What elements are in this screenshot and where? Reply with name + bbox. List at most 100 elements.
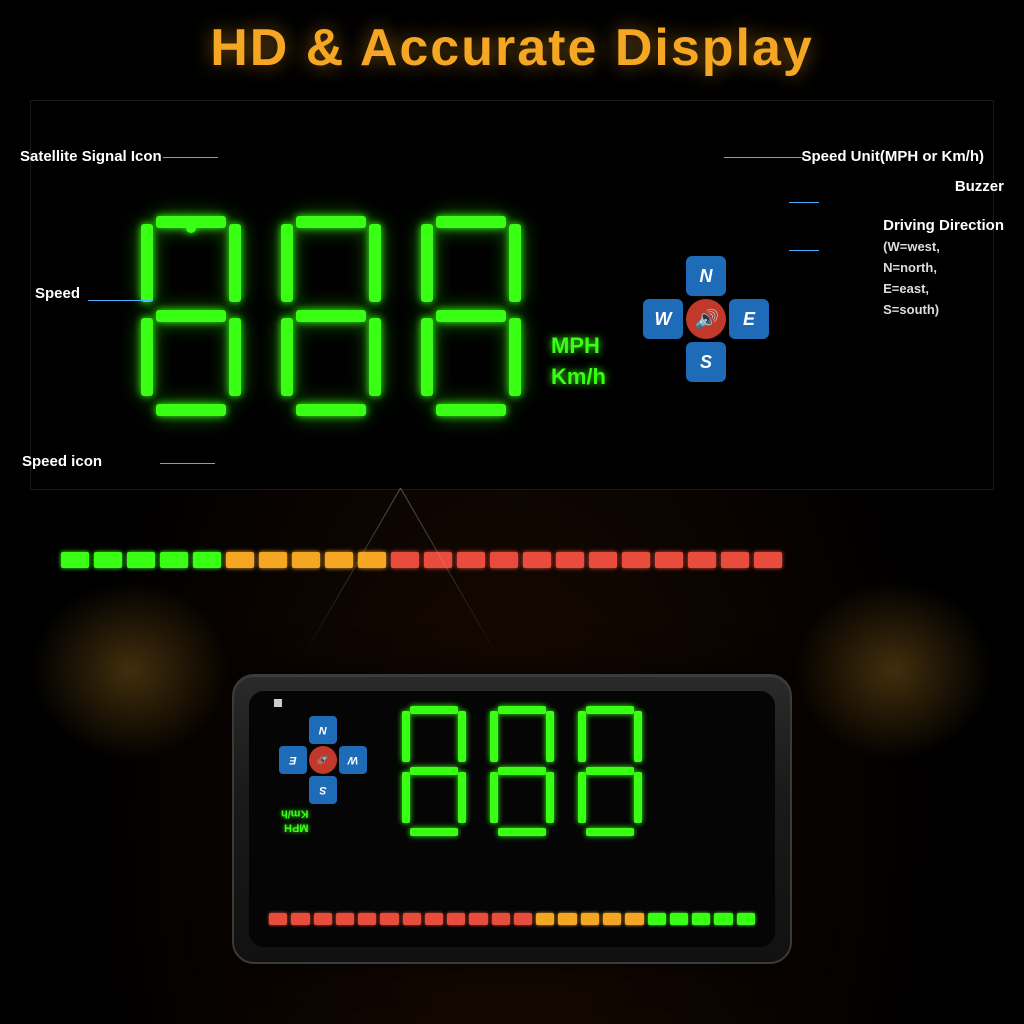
driving-direction-label: Driving Direction (W=west,N=north,E=east…: [883, 215, 1004, 320]
seg-tl-1: [141, 224, 153, 302]
kmh-label: Km/h: [551, 362, 606, 393]
device-speed-bar-seg-13: [558, 913, 576, 925]
seg-top-1: [156, 216, 226, 228]
speed-bar-seg-3: [160, 552, 188, 568]
speed-bar-seg-17: [622, 552, 650, 568]
seg-tl-3: [421, 224, 433, 302]
device-speed-bar-seg-6: [403, 913, 421, 925]
speed-bar-seg-1: [94, 552, 122, 568]
digit-1: [131, 216, 261, 416]
speed-bar-seg-16: [589, 552, 617, 568]
device-speed-bar-seg-15: [603, 913, 621, 925]
device-mph-label: MPHKm/h: [281, 806, 309, 835]
device-digit-3: [570, 706, 650, 836]
device-buzzer: 🔊: [309, 746, 337, 774]
seg-bl-1: [141, 318, 153, 396]
page-title: HD & Accurate Display: [0, 18, 1024, 78]
seg-tl-2: [281, 224, 293, 302]
device-compass-south: S: [309, 776, 337, 804]
device-speed-bar-seg-7: [425, 913, 443, 925]
buzzer-button[interactable]: 🔊: [686, 299, 726, 339]
speed-digits: [131, 216, 541, 416]
device-speed-bar-seg-12: [536, 913, 554, 925]
device-speed-bar-seg-19: [692, 913, 710, 925]
device-speed-bar-seg-3: [336, 913, 354, 925]
device-compass: N W 🔊 E S: [279, 716, 369, 806]
proj-line-right: [300, 488, 401, 661]
device-speed-bar-seg-11: [514, 913, 532, 925]
device-speed-bar-seg-17: [648, 913, 666, 925]
speed-bar-seg-19: [688, 552, 716, 568]
device-speed-bar-seg-5: [380, 913, 398, 925]
seg-tr-1: [229, 224, 241, 302]
speed-bar-seg-20: [721, 552, 749, 568]
compass-east: E: [729, 299, 769, 339]
device-digit-2: [482, 706, 562, 836]
speed-bar-seg-0: [61, 552, 89, 568]
compass-south: S: [686, 342, 726, 382]
digit-2: [271, 216, 401, 416]
device-digits: [394, 706, 650, 836]
device-digit-1: [394, 706, 474, 836]
connector-speedbar: [160, 463, 215, 464]
speed-bar-seg-6: [259, 552, 287, 568]
device-speed-bar-seg-0: [269, 913, 287, 925]
seg-br-3: [509, 318, 521, 396]
device-speed-bar-seg-9: [469, 913, 487, 925]
seg-br-2: [369, 318, 381, 396]
speed-unit-label: Speed Unit(MPH or Km/h): [802, 148, 985, 165]
seg-tr-3: [509, 224, 521, 302]
speed-bar-seg-15: [556, 552, 584, 568]
mph-label: MPH: [551, 331, 606, 362]
device-speed-bar-seg-14: [581, 913, 599, 925]
headlight-right-glow: [794, 580, 994, 760]
device-speed-bar: [269, 913, 755, 927]
satellite-signal-label: Satellite Signal Icon: [20, 148, 162, 165]
speed-bar-seg-14: [523, 552, 551, 568]
device-screen: N W 🔊 E S MPHKm/h: [249, 691, 775, 947]
seg-mid-1: [156, 310, 226, 322]
seg-bot-2: [296, 404, 366, 416]
connector-speed: [88, 300, 153, 301]
digit-3: [411, 216, 541, 416]
compass-north: N: [686, 256, 726, 296]
buzzer-label: Buzzer: [955, 178, 1004, 195]
device-speed-bar-seg-20: [714, 913, 732, 925]
device-speed-bar-seg-10: [492, 913, 510, 925]
connector-direction: [789, 250, 819, 251]
device-compass-east: E: [279, 746, 307, 774]
seg-bl-3: [421, 318, 433, 396]
device-speed-bar-seg-8: [447, 913, 465, 925]
seg-top-2: [296, 216, 366, 228]
speed-bar-seg-5: [226, 552, 254, 568]
device-speed-bar-seg-4: [358, 913, 376, 925]
seg-bot-1: [156, 404, 226, 416]
device-speed-bar-seg-1: [291, 913, 309, 925]
speed-unit-display: MPH Km/h: [551, 331, 606, 393]
connector-satellite: [163, 157, 218, 158]
hud-device: N W 🔊 E S MPHKm/h: [232, 674, 792, 964]
speed-bar: [61, 549, 963, 571]
seg-tr-2: [369, 224, 381, 302]
speed-bar-seg-21: [754, 552, 782, 568]
seg-mid-2: [296, 310, 366, 322]
device-speed-bar-seg-18: [670, 913, 688, 925]
device-indicator-light: [274, 699, 282, 707]
seg-top-3: [436, 216, 506, 228]
seg-bl-2: [281, 318, 293, 396]
speed-bar-seg-2: [127, 552, 155, 568]
speed-label: Speed: [35, 285, 80, 302]
direction-detail: (W=west,N=north,E=east,S=south): [883, 239, 940, 317]
device-speed-bar-seg-16: [625, 913, 643, 925]
compass-west: W: [643, 299, 683, 339]
device-speed-bar-seg-21: [737, 913, 755, 925]
proj-line-left: [400, 488, 500, 661]
speed-icon-label: Speed icon: [22, 453, 102, 470]
seg-mid-3: [436, 310, 506, 322]
headlight-left-glow: [30, 580, 230, 760]
device-compass-west: W: [339, 746, 367, 774]
projection-cone: [300, 488, 500, 688]
device-speed-bar-seg-2: [314, 913, 332, 925]
device-compass-north: N: [309, 716, 337, 744]
compass-panel: N W 🔊 E S: [643, 256, 773, 386]
